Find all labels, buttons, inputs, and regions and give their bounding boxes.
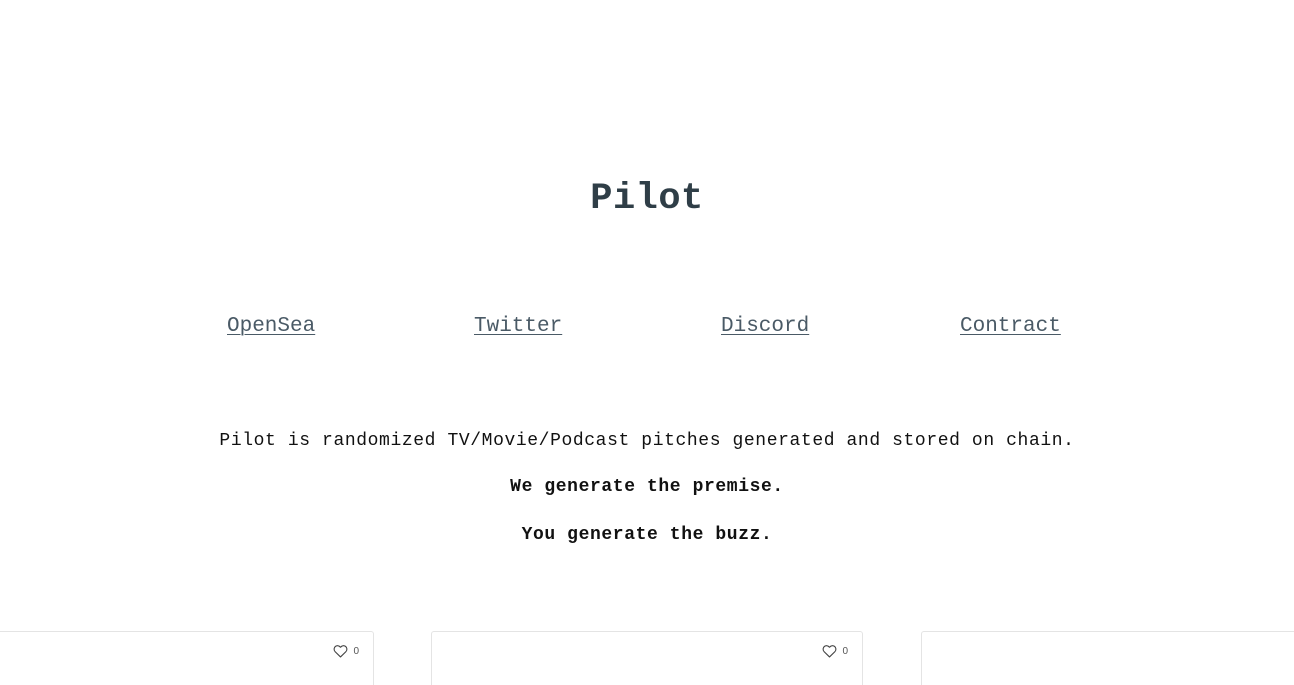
heart-icon [333, 644, 348, 658]
like-button[interactable]: 0 [822, 644, 848, 658]
page-title: Pilot [590, 178, 704, 220]
pitch-card[interactable]: 0 [431, 631, 863, 685]
opensea-link[interactable]: OpenSea [227, 315, 315, 338]
like-count: 0 [842, 645, 848, 657]
pitch-card[interactable]: 0 [0, 631, 374, 685]
twitter-link[interactable]: Twitter [474, 315, 562, 338]
discord-link[interactable]: Discord [721, 315, 809, 338]
pitch-card[interactable] [921, 631, 1294, 685]
description-text: Pilot is randomized TV/Movie/Podcast pit… [219, 431, 1075, 451]
buzz-text: You generate the buzz. [521, 525, 773, 545]
premise-text: We generate the premise. [510, 477, 784, 497]
like-count: 0 [353, 645, 359, 657]
heart-icon [822, 644, 837, 658]
contract-link[interactable]: Contract [960, 315, 1061, 338]
like-button[interactable]: 0 [333, 644, 359, 658]
